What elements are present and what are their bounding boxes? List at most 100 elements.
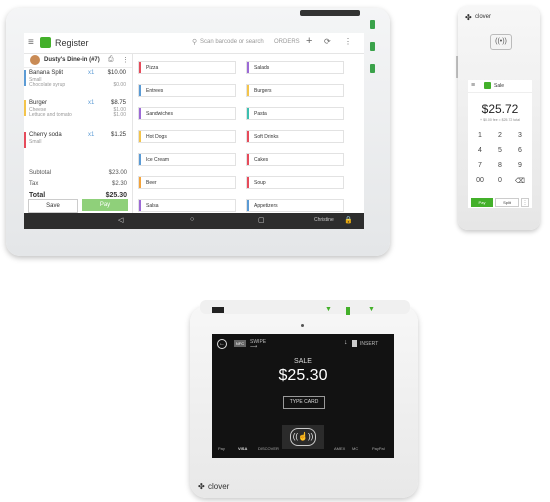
card-swipe-slot: [212, 307, 224, 313]
category-button[interactable]: Entrees: [138, 84, 236, 97]
handheld-device: ✤ clover ((•)) ≡ Sale $25.72 + $0.00 fee…: [458, 6, 540, 230]
add-icon[interactable]: +: [306, 35, 312, 47]
category-color-bar: [139, 200, 141, 211]
split-button[interactable]: Split: [495, 198, 519, 207]
contactless-icon: ((•)): [490, 34, 512, 50]
keypad-key[interactable]: 2: [490, 132, 510, 139]
type-card-button[interactable]: TYPE CARD: [283, 396, 325, 409]
back-icon[interactable]: ←: [217, 339, 227, 349]
lock-icon[interactable]: 🔒: [344, 216, 353, 224]
subtotal-label: Subtotal: [29, 170, 52, 176]
contactless-icon[interactable]: ((☝)): [290, 428, 316, 446]
keypad-key[interactable]: 0: [490, 177, 510, 184]
sale-amount: $25.30: [278, 367, 328, 384]
category-button[interactable]: Ice Cream: [138, 153, 236, 166]
search-icon[interactable]: ⚲: [192, 38, 197, 46]
category-label: Appetizers: [254, 203, 278, 209]
category-button[interactable]: Soft Drinks: [246, 130, 344, 143]
keypad-key[interactable]: 8: [490, 162, 510, 169]
keypad-key[interactable]: ⌫: [510, 177, 530, 185]
save-button[interactable]: Save: [28, 199, 78, 213]
menu-icon[interactable]: ≡: [28, 37, 34, 48]
visa-logo: VISA: [238, 446, 248, 451]
order-line-item[interactable]: Burger x1 $8.75 Cheese $1.00 Lettuce and toma…: [24, 98, 132, 120]
category-button[interactable]: Beer: [138, 176, 236, 189]
paypal-logo: PayPal: [372, 446, 385, 451]
order-line-item[interactable]: Cherry soda x1 $1.25 Small: [24, 130, 132, 152]
category-button[interactable]: Soup: [246, 176, 344, 189]
keypad-key[interactable]: 6: [510, 147, 530, 154]
keypad-key[interactable]: 3: [510, 132, 530, 139]
more-options-icon[interactable]: ⋮: [344, 37, 352, 46]
category-button[interactable]: Burgers: [246, 84, 344, 97]
item-price: $10.00: [107, 70, 126, 76]
category-button[interactable]: Pizza: [138, 61, 236, 74]
pay-button[interactable]: Pay: [471, 198, 493, 207]
recent-apps-icon[interactable]: ▢: [258, 216, 265, 224]
phone-screen: ≡ Sale $25.72 + $0.00 fee = $25.72 total…: [468, 80, 532, 208]
category-color-bar: [139, 62, 141, 73]
item-qty: x1: [88, 70, 95, 76]
item-color-bar: [24, 132, 26, 148]
sync-icon[interactable]: ⟳: [324, 37, 331, 46]
discover-logo: DISCOVER: [258, 446, 279, 451]
clover-logo-icon: ✤: [198, 482, 205, 491]
category-label: Hot Dogs: [146, 134, 167, 140]
employee-name[interactable]: Christine: [314, 217, 334, 223]
order-name[interactable]: Dusty's Dine-in (#7): [44, 57, 100, 63]
category-label: Pasta: [254, 111, 267, 117]
category-color-bar: [139, 131, 141, 142]
category-button[interactable]: Sandwiches: [138, 107, 236, 120]
more-options-button[interactable]: ⋮: [521, 198, 529, 207]
back-icon[interactable]: ◁: [118, 216, 123, 224]
keypad-key[interactable]: 7: [470, 162, 490, 169]
keypad-key[interactable]: 00: [470, 177, 490, 184]
clover-logo-icon: ✤: [465, 13, 472, 22]
category-label: Cakes: [254, 157, 269, 163]
category-button[interactable]: Hot Dogs: [138, 130, 236, 143]
keypad-key[interactable]: 1: [470, 132, 490, 139]
search-input[interactable]: Scan barcode or search: [200, 39, 264, 45]
category-button[interactable]: Pasta: [246, 107, 344, 120]
category-label: Soft Drinks: [254, 134, 279, 140]
category-label: Beer: [146, 180, 157, 186]
category-label: Burgers: [254, 88, 272, 94]
home-icon[interactable]: ○: [190, 216, 194, 223]
item-name: Banana Split: [29, 70, 64, 76]
item-price: $1.25: [110, 132, 126, 138]
fee-summary: + $0.00 fee = $25.72 total: [480, 118, 520, 122]
tablet-speaker: [300, 10, 360, 16]
keypad-key[interactable]: 4: [470, 147, 490, 154]
category-color-bar: [247, 154, 249, 165]
system-nav-bar: ◁ ○ ▢ Christine 🔒: [24, 213, 364, 229]
category-button[interactable]: Appetizers: [246, 199, 344, 212]
print-icon[interactable]: ⎙: [108, 56, 114, 64]
item-name: Burger: [29, 100, 48, 106]
tablet-screen: ≡ Register ⚲ Scan barcode or search ORDE…: [24, 33, 364, 229]
sale-label: SALE: [294, 358, 312, 365]
avatar: [30, 55, 40, 65]
item-modifier: Small: [29, 139, 42, 145]
tax-value: $2.30: [111, 181, 127, 187]
order-more-icon[interactable]: ⋮: [122, 56, 129, 64]
orders-button[interactable]: ORDERS: [274, 39, 300, 45]
page-title: Register: [55, 38, 89, 48]
order-line-item[interactable]: Banana Split x1 $10.00 Small Chocolate syrup…: [24, 68, 132, 90]
category-color-bar: [139, 85, 141, 96]
brand-logo: clover: [208, 482, 230, 491]
item-modifier: Chocolate syrup: [29, 82, 66, 88]
category-button[interactable]: Cakes: [246, 153, 344, 166]
tax-label: Tax: [29, 181, 39, 187]
led-arrow-icon: ▼: [368, 306, 375, 313]
keypad-key[interactable]: 9: [510, 162, 530, 169]
total-row: Total $25.30: [29, 192, 127, 199]
pay-button[interactable]: Pay: [82, 199, 128, 211]
menu-icon[interactable]: ≡: [471, 82, 475, 89]
category-color-bar: [247, 200, 249, 211]
category-button[interactable]: Salads: [246, 61, 344, 74]
category-button[interactable]: Salsa: [138, 199, 236, 212]
arrow-right-icon: ⟶: [250, 344, 258, 350]
category-label: Entrees: [146, 88, 164, 94]
camera-icon: [301, 324, 304, 327]
keypad-key[interactable]: 5: [490, 147, 510, 154]
